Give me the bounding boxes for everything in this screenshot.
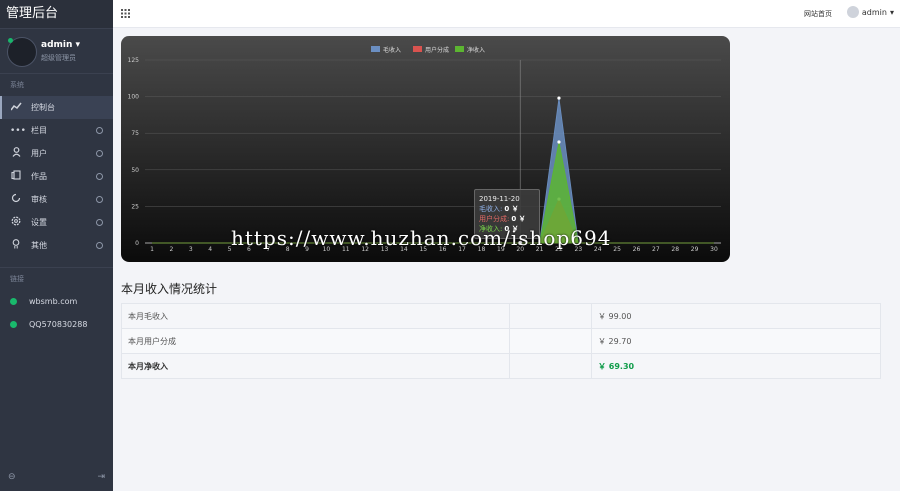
- collapse-sidebar-icon[interactable]: ⊖: [8, 472, 16, 482]
- legend-swatch: [455, 46, 464, 52]
- stat-label: 本月净收入: [121, 353, 510, 379]
- sidebar: 管理后台 admin ▾ 超级管理员 系统 控制台 ••• 栏目 用户 作品 审…: [0, 0, 113, 491]
- sidebar-item-label: 用户: [31, 149, 47, 158]
- stat-spacer: [509, 353, 592, 379]
- trend-icon: [9, 102, 22, 114]
- expand-circle-icon: [96, 150, 103, 157]
- user-menu[interactable]: admin ▾: [846, 6, 894, 18]
- section-title-system: 系统: [10, 81, 24, 89]
- data-point: [557, 96, 561, 100]
- tooltip-date: 2019-11-20: [479, 195, 520, 203]
- refresh-icon: [10, 193, 22, 206]
- user-panel: admin ▾ 超级管理员: [0, 28, 113, 74]
- user-menu-label: admin: [861, 7, 887, 17]
- site-home-link[interactable]: 网站首页: [804, 9, 832, 19]
- table-row: 本月用户分成 ￥ 29.70: [121, 328, 881, 354]
- copy-icon: [10, 170, 22, 183]
- legend-swatch: [413, 46, 422, 52]
- y-tick-label: 0: [135, 240, 139, 247]
- x-tick-label: 27: [652, 246, 660, 253]
- top-bar: 网站首页 admin ▾: [113, 0, 900, 28]
- sidebar-link-label: QQ570830288: [29, 320, 88, 329]
- stat-spacer: [509, 328, 592, 354]
- main-content: 0 25 50 75 100 125 1 2 3 4 5 6 7 8 9 10 11 12 13 14 15 16 17 18…: [113, 28, 900, 491]
- x-tick-label: 4: [208, 246, 212, 253]
- stat-label: 本月用户分成: [121, 328, 510, 354]
- data-point: [557, 140, 561, 144]
- sidebar-link-qq[interactable]: QQ570830288: [0, 313, 113, 336]
- user-role: 超级管理员: [41, 54, 76, 62]
- expand-circle-icon: [96, 173, 103, 180]
- sidebar-link-website[interactable]: wbsmb.com: [0, 290, 113, 313]
- sidebar-item-dashboard[interactable]: 控制台: [0, 96, 113, 119]
- sidebar-item-label: 其他: [31, 241, 47, 250]
- tooltip-label: 毛收入:: [479, 205, 503, 213]
- sidebar-item-review[interactable]: 审核: [0, 188, 113, 211]
- sidebar-item-columns[interactable]: ••• 栏目: [0, 119, 113, 142]
- sidebar-link-label: wbsmb.com: [29, 297, 78, 306]
- y-tick-label: 75: [131, 130, 139, 137]
- user-icon: [10, 147, 22, 160]
- y-tick-label: 25: [131, 203, 139, 210]
- tooltip-row: 用户分成: 0 ￥: [479, 214, 535, 224]
- sidebar-item-label: 审核: [31, 195, 47, 204]
- x-tick-label: 28: [671, 246, 679, 253]
- gear-icon: [10, 216, 22, 229]
- expand-circle-icon: [96, 127, 103, 134]
- y-tick-label: 125: [128, 57, 140, 64]
- tooltip-value: 0 ￥: [504, 205, 519, 213]
- stat-value: ￥ 99.00: [591, 303, 881, 329]
- x-tick-label: 1: [150, 246, 154, 253]
- avatar: [846, 6, 859, 18]
- legend-label: 毛收入: [383, 46, 401, 54]
- sidebar-item-users[interactable]: 用户: [0, 142, 113, 165]
- sidebar-item-settings[interactable]: 设置: [0, 211, 113, 234]
- sidebar-item-works[interactable]: 作品: [0, 165, 113, 188]
- x-tick-label: 26: [633, 246, 641, 253]
- table-row: 本月净收入 ￥ 69.30: [121, 353, 881, 379]
- tooltip-value: 0 ￥: [511, 215, 526, 223]
- x-tick-label: 2: [169, 246, 173, 253]
- expand-circle-icon: [96, 219, 103, 226]
- x-tick-label: 29: [691, 246, 699, 253]
- sidebar-item-label: 设置: [31, 218, 47, 227]
- stats-table: 本月毛收入 ￥ 99.00 本月用户分成 ￥ 29.70 本月净收入 ￥ 69.…: [121, 303, 881, 379]
- stats-title: 本月收入情况统计: [121, 282, 218, 296]
- caret-down-icon: ▾: [889, 7, 894, 17]
- sidebar-item-label: 作品: [31, 172, 47, 181]
- expand-circle-icon: [96, 242, 103, 249]
- app-title: 管理后台: [0, 0, 113, 28]
- sidebar-footer: ⊖ ⇥: [0, 463, 113, 491]
- user-name[interactable]: admin ▾: [41, 40, 80, 50]
- apps-grid-icon[interactable]: [121, 9, 130, 21]
- watermark-text: https://www.huzhan.com/ishop694: [231, 226, 612, 250]
- online-status-dot: [8, 38, 13, 43]
- stat-value: ￥ 29.70: [591, 328, 881, 354]
- tooltip-row: 毛收入: 0 ￥: [479, 204, 535, 214]
- logout-icon[interactable]: ⇥: [97, 472, 105, 482]
- legend-label: 净收入: [467, 46, 485, 54]
- table-row: 本月毛收入 ￥ 99.00: [121, 303, 881, 329]
- stat-spacer: [509, 303, 592, 329]
- sidebar-item-label: 栏目: [31, 126, 47, 135]
- stat-value: ￥ 69.30: [591, 353, 881, 379]
- series-area: [152, 98, 714, 244]
- section-title-links: 链接: [10, 275, 24, 283]
- green-dot-icon: [10, 321, 17, 328]
- tooltip-label: 用户分成:: [479, 215, 510, 223]
- expand-circle-icon: [96, 196, 103, 203]
- sidebar-item-other[interactable]: 其他: [0, 234, 113, 257]
- x-tick-label: 25: [613, 246, 621, 253]
- legend-label: 用户分成: [425, 46, 449, 54]
- sidebar-item-label: 控制台: [31, 103, 55, 112]
- y-tick-label: 50: [131, 167, 139, 174]
- dots-icon: •••: [10, 125, 26, 136]
- stat-label: 本月毛收入: [121, 303, 510, 329]
- x-tick-label: 3: [189, 246, 193, 253]
- x-tick-label: 30: [710, 246, 718, 253]
- y-tick-label: 100: [128, 94, 140, 101]
- legend-swatch: [371, 46, 380, 52]
- bulb-icon: [10, 239, 22, 252]
- green-dot-icon: [10, 298, 17, 305]
